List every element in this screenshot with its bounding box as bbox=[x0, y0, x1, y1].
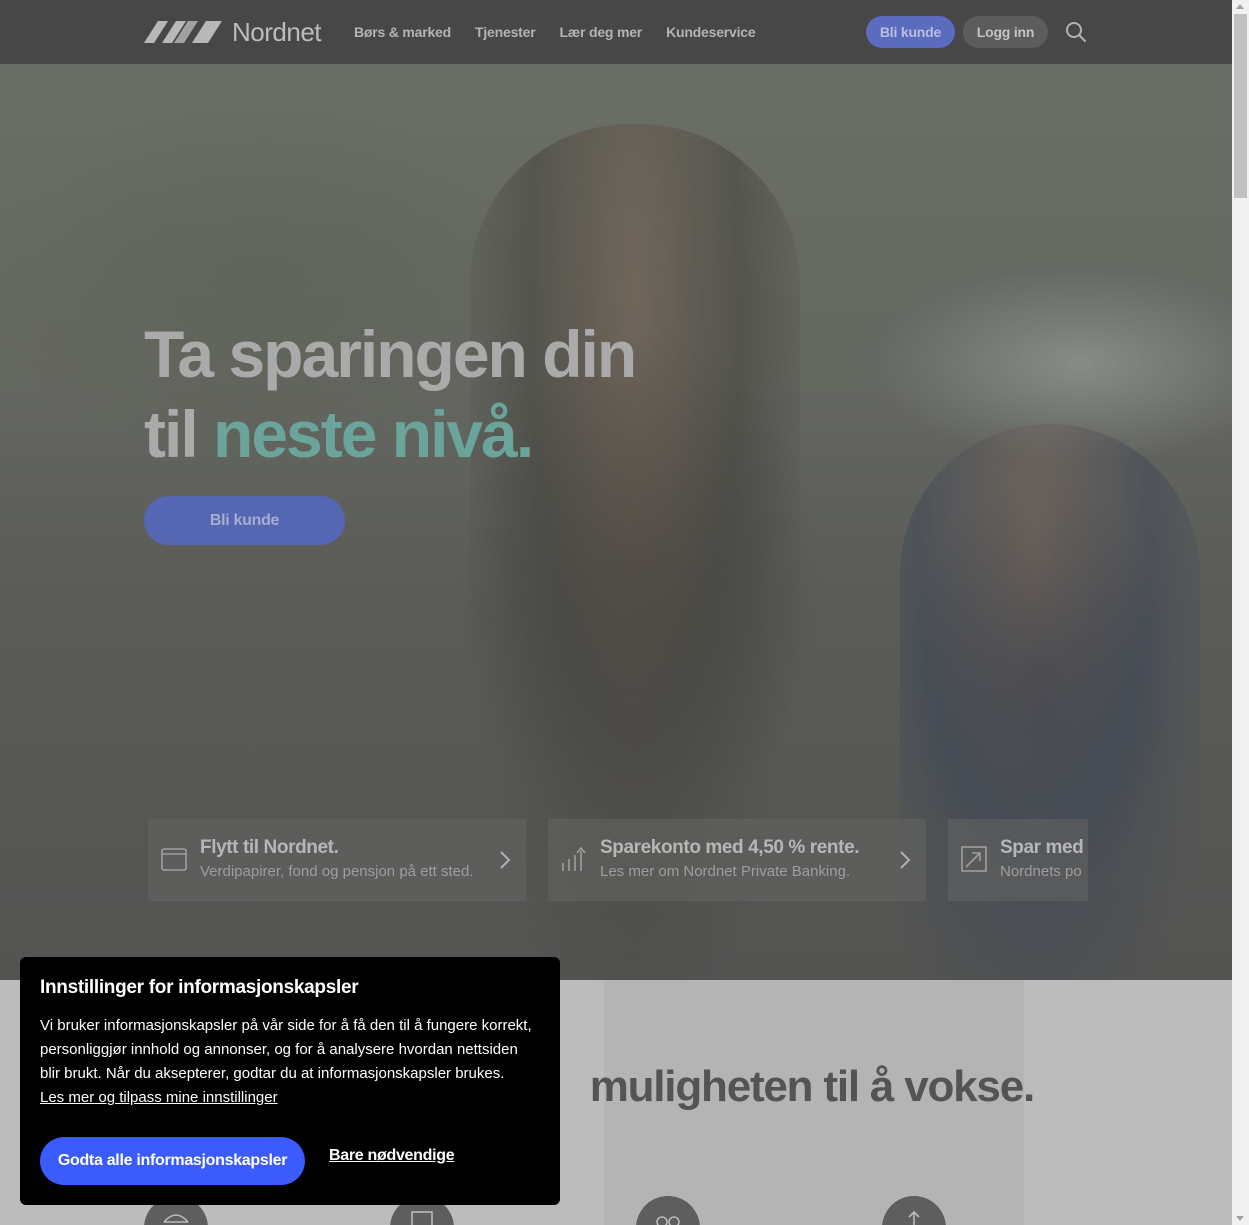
promo-card-title: Sparekonto med 4,50 % rente. bbox=[600, 837, 860, 858]
bar-chart-icon bbox=[562, 846, 586, 871]
hero-title: Ta sparingen din til neste nivå. bbox=[144, 314, 637, 474]
promo-card-subtitle: Nordnets po bbox=[1000, 863, 1082, 880]
chevron-right-icon bbox=[900, 851, 911, 869]
promo-cards: Flytt til Nordnet. Verdipapirer, fond og… bbox=[148, 819, 1088, 901]
logo-text: Nordnet bbox=[232, 16, 322, 47]
promo-card-subtitle: Verdipapirer, fond og pensjon på ett ste… bbox=[200, 863, 474, 880]
scroll-up-arrow-icon[interactable] bbox=[1236, 4, 1244, 9]
promo-card-sparekonto[interactable]: Sparekonto med 4,50 % rente. Les mer om … bbox=[548, 819, 926, 901]
nordnet-logo-icon bbox=[144, 21, 222, 43]
cookie-settings-link[interactable]: Les mer og tilpass mine innstillinger bbox=[40, 1086, 540, 1110]
scroll-thumb[interactable] bbox=[1234, 14, 1247, 198]
hero-title-line2-plain: til bbox=[144, 397, 213, 471]
hero-title-accent: neste nivå. bbox=[213, 397, 534, 471]
nordnet-logo[interactable]: Nordnet bbox=[144, 16, 322, 47]
main-nav: Børs & marked Tjenester Lær deg mer Kund… bbox=[354, 24, 756, 40]
search-icon[interactable] bbox=[1064, 20, 1088, 44]
nav-item-bors-marked[interactable]: Børs & marked bbox=[354, 24, 451, 40]
page-scrollbar[interactable] bbox=[1232, 0, 1249, 1225]
site-header: Nordnet Børs & marked Tjenester Lær deg … bbox=[0, 0, 1232, 64]
promo-card-title: Flytt til Nordnet. bbox=[200, 837, 339, 858]
nav-item-kundeservice[interactable]: Kundeservice bbox=[666, 24, 756, 40]
promo-card-flytt[interactable]: Flytt til Nordnet. Verdipapirer, fond og… bbox=[148, 819, 526, 901]
promo-card-spar-med[interactable]: Spar med Nordnets po bbox=[948, 819, 1088, 901]
hero-signup-button[interactable]: Bli kunde bbox=[144, 496, 345, 545]
hero-title-line1: Ta sparingen din bbox=[144, 317, 637, 391]
hero-section: Ta sparingen din til neste nivå. Bli kun… bbox=[0, 64, 1232, 980]
cookie-dialog-text: Vi bruker informasjonskapsler på vår sid… bbox=[40, 1017, 532, 1082]
wallet-icon bbox=[161, 848, 187, 871]
accept-all-cookies-button[interactable]: Godta alle informasjonskapsler bbox=[40, 1137, 305, 1185]
cookie-dialog-title: Innstillinger for informasjonskapsler bbox=[40, 977, 359, 998]
promo-card-title: Spar med bbox=[1000, 837, 1084, 858]
nav-item-laer-deg-mer[interactable]: Lær deg mer bbox=[559, 24, 642, 40]
nav-item-tjenester[interactable]: Tjenester bbox=[475, 24, 536, 40]
cookie-consent-dialog: Innstillinger for informasjonskapsler Vi… bbox=[20, 957, 560, 1205]
trend-arrow-icon bbox=[961, 846, 987, 872]
chevron-right-icon bbox=[500, 851, 511, 869]
necessary-cookies-only-button[interactable]: Bare nødvendige bbox=[329, 1147, 455, 1165]
scroll-down-arrow-icon[interactable] bbox=[1236, 1216, 1244, 1221]
signup-button[interactable]: Bli kunde bbox=[866, 16, 955, 48]
login-button[interactable]: Logg inn bbox=[963, 16, 1048, 48]
promo-card-subtitle: Les mer om Nordnet Private Banking. bbox=[600, 863, 851, 880]
